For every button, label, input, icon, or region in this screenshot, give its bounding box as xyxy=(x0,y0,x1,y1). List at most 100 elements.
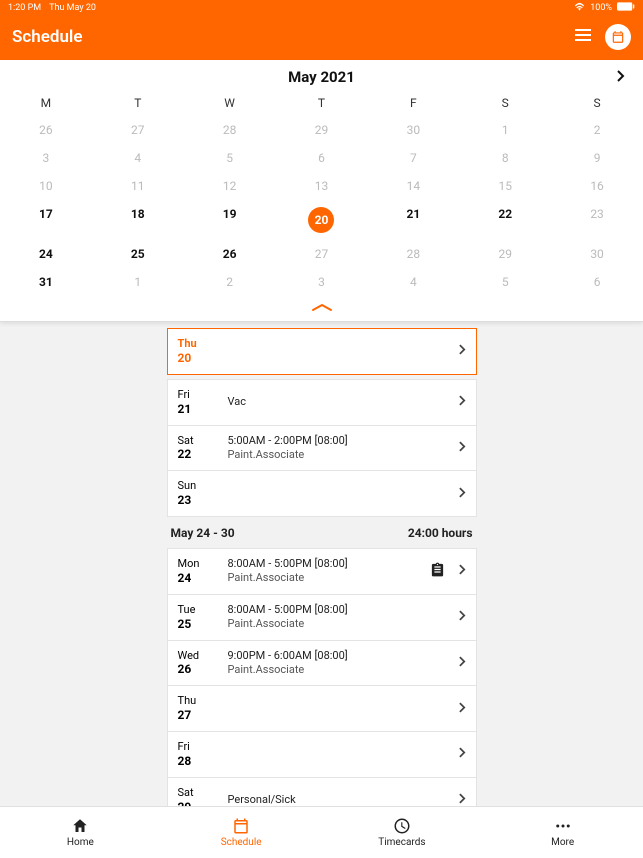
calendar-day[interactable]: 26 xyxy=(184,240,276,268)
calendar-day[interactable]: 11 xyxy=(92,172,184,200)
calendar-day[interactable]: 19 xyxy=(184,200,276,240)
weekday-label: S xyxy=(551,96,643,110)
schedule-list: Thu20 Fri21VacSat225:00AM - 2:00PM [08:00… xyxy=(167,328,477,855)
chevron-right-icon xyxy=(459,395,466,409)
weekday-label: F xyxy=(367,96,459,110)
schedule-day-row[interactable]: Fri28 xyxy=(167,731,477,778)
day-label: Sat22 xyxy=(178,434,228,463)
schedule-day-row[interactable]: Sun23 xyxy=(167,470,477,517)
calendar-day[interactable]: 2 xyxy=(551,116,643,144)
calendar-day[interactable]: 24 xyxy=(0,240,92,268)
calendar-day[interactable]: 29 xyxy=(459,240,551,268)
calendar-day[interactable]: 7 xyxy=(367,144,459,172)
day-label: Wed26 xyxy=(178,649,228,678)
tab-timecards-label: Timecards xyxy=(378,837,425,848)
tab-bar: Home Schedule Timecards More xyxy=(0,806,643,858)
calendar-day[interactable]: 10 xyxy=(0,172,92,200)
schedule-day-row[interactable]: Wed269:00PM - 6:00AM [08:00]Paint.Associ… xyxy=(167,640,477,687)
chevron-right-icon xyxy=(459,441,466,455)
schedule-day-row[interactable]: Thu20 xyxy=(167,328,477,375)
calendar-day[interactable]: 6 xyxy=(551,268,643,296)
month-calendar: May 2021 MTWTFSS 26272829301234567891011… xyxy=(0,60,643,322)
calendar-day[interactable]: 5 xyxy=(184,144,276,172)
tab-schedule[interactable]: Schedule xyxy=(161,807,322,858)
schedule-day-row[interactable]: Mon248:00AM - 5:00PM [08:00]Paint.Associ… xyxy=(167,548,477,595)
tab-timecards[interactable]: Timecards xyxy=(322,807,483,858)
status-battery-pct: 100% xyxy=(590,3,612,13)
calendar-day[interactable]: 3 xyxy=(276,268,368,296)
calendar-day[interactable]: 4 xyxy=(92,144,184,172)
calendar-day[interactable]: 16 xyxy=(551,172,643,200)
weekday-label: T xyxy=(276,96,368,110)
tab-home[interactable]: Home xyxy=(0,807,161,858)
calendar-day[interactable]: 14 xyxy=(367,172,459,200)
calendar-grid: 2627282930123456789101112131415161718192… xyxy=(0,116,643,296)
calendar-day[interactable]: 27 xyxy=(276,240,368,268)
calendar-day[interactable]: 17 xyxy=(0,200,92,240)
schedule-day-row[interactable]: Thu27 xyxy=(167,685,477,732)
calendar-day[interactable]: 28 xyxy=(184,116,276,144)
calendar-day[interactable]: 26 xyxy=(0,116,92,144)
calendar-day[interactable]: 20 xyxy=(276,200,368,240)
calendar-day[interactable]: 12 xyxy=(184,172,276,200)
tab-more[interactable]: More xyxy=(482,807,643,858)
collapse-handle[interactable] xyxy=(0,296,643,321)
battery-icon xyxy=(617,2,635,14)
calendar-day[interactable]: 4 xyxy=(367,268,459,296)
calendar-day[interactable]: 13 xyxy=(276,172,368,200)
day-detail: 8:00AM - 5:00PM [08:00]Paint.Associate xyxy=(228,557,430,586)
calendar-day[interactable]: 28 xyxy=(367,240,459,268)
weekday-label: M xyxy=(0,96,92,110)
calendar-today-button[interactable] xyxy=(605,24,631,50)
chevron-right-icon xyxy=(459,747,466,761)
day-detail: 9:00PM - 6:00AM [08:00]Paint.Associate xyxy=(228,649,453,678)
calendar-day[interactable]: 18 xyxy=(92,200,184,240)
chevron-right-icon xyxy=(459,656,466,670)
calendar-day[interactable]: 6 xyxy=(276,144,368,172)
calendar-day[interactable]: 1 xyxy=(92,268,184,296)
day-detail: 8:00AM - 5:00PM [08:00]Paint.Associate xyxy=(228,603,453,632)
calendar-day[interactable]: 29 xyxy=(276,116,368,144)
calendar-day[interactable]: 15 xyxy=(459,172,551,200)
status-bar: 1:20 PM Thu May 20 100% xyxy=(0,0,643,16)
calendar-day[interactable]: 23 xyxy=(551,200,643,240)
status-time: 1:20 PM xyxy=(8,3,41,13)
calendar-day[interactable]: 30 xyxy=(551,240,643,268)
view-toggle-icon[interactable] xyxy=(575,29,591,45)
calendar-day[interactable]: 30 xyxy=(367,116,459,144)
chevron-right-icon xyxy=(459,564,466,578)
week-header: May 24 - 30 24:00 hours xyxy=(167,516,477,548)
calendar-day[interactable]: 8 xyxy=(459,144,551,172)
calendar-day[interactable]: 31 xyxy=(0,268,92,296)
week-total: 24:00 hours xyxy=(408,526,473,540)
calendar-day[interactable]: 3 xyxy=(0,144,92,172)
day-label: Fri21 xyxy=(178,388,228,417)
calendar-day[interactable]: 22 xyxy=(459,200,551,240)
day-label: Thu20 xyxy=(178,337,228,366)
day-label: Sun23 xyxy=(178,479,228,508)
weekday-row: MTWTFSS xyxy=(0,92,643,116)
calendar-day[interactable]: 5 xyxy=(459,268,551,296)
weekday-label: S xyxy=(459,96,551,110)
chevron-right-icon xyxy=(459,610,466,624)
calendar-day[interactable]: 21 xyxy=(367,200,459,240)
tab-home-label: Home xyxy=(67,837,94,848)
calendar-day[interactable]: 25 xyxy=(92,240,184,268)
calendar-day[interactable]: 2 xyxy=(184,268,276,296)
day-label: Mon24 xyxy=(178,557,228,586)
schedule-day-row[interactable]: Tue258:00AM - 5:00PM [08:00]Paint.Associ… xyxy=(167,594,477,641)
calendar-day[interactable]: 9 xyxy=(551,144,643,172)
weekday-label: T xyxy=(92,96,184,110)
next-month-button[interactable] xyxy=(617,68,625,86)
wifi-icon xyxy=(574,2,585,14)
chevron-right-icon xyxy=(459,702,466,716)
schedule-day-row[interactable]: Fri21Vac xyxy=(167,379,477,426)
clipboard-icon xyxy=(430,562,445,581)
status-date: Thu May 20 xyxy=(49,3,96,13)
chevron-right-icon xyxy=(459,487,466,501)
calendar-day[interactable]: 27 xyxy=(92,116,184,144)
day-label: Tue25 xyxy=(178,603,228,632)
schedule-day-row[interactable]: Sat225:00AM - 2:00PM [08:00]Paint.Associ… xyxy=(167,425,477,472)
calendar-day[interactable]: 1 xyxy=(459,116,551,144)
tab-schedule-label: Schedule xyxy=(221,837,262,848)
